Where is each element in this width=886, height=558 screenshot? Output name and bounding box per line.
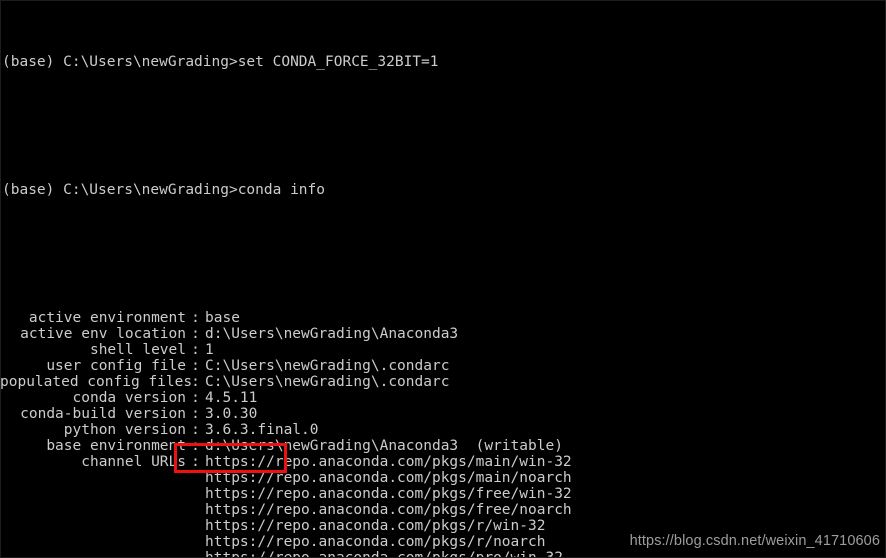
conda-info-key: channel URLs bbox=[81, 454, 186, 470]
conda-info-continuation: https://repo.anaconda.com/pkgs/pro/win-3… bbox=[205, 550, 563, 558]
command-prompt-line-1: (base) C:\Users\newGrading>set CONDA_FOR… bbox=[2, 54, 439, 70]
conda-info-key: shell level bbox=[89, 342, 186, 358]
conda-info-row: conda version:4.5.11 bbox=[0, 390, 886, 406]
conda-info-row: channel URLs: https://repo.anaconda.com/p… bbox=[0, 454, 886, 470]
conda-info-separator: : bbox=[191, 422, 200, 438]
conda-info-row: active env location: d:\Users\newGrading\… bbox=[0, 326, 886, 342]
conda-info-row: conda-build version:3.0.30 bbox=[0, 406, 886, 422]
conda-info-key: conda-build version bbox=[20, 406, 186, 422]
conda-info-separator: : bbox=[191, 342, 200, 358]
conda-info-value: 1 bbox=[205, 342, 214, 358]
conda-info-row: user config file: C:\Users\newGrading\.co… bbox=[0, 358, 886, 374]
conda-info-value: 3.6.3.final.0 bbox=[205, 422, 319, 438]
conda-info-value: d:\Users\newGrading\Anaconda3 (writable) bbox=[205, 438, 563, 454]
command-prompt-line-2: (base) C:\Users\newGrading>conda info bbox=[2, 182, 326, 198]
conda-info-row: shell level:1 bbox=[0, 342, 886, 358]
conda-info-row: python version:3.6.3.final.0 bbox=[0, 422, 886, 438]
conda-info-continuation: https://repo.anaconda.com/pkgs/main/noar… bbox=[205, 470, 572, 486]
conda-info-separator: : bbox=[191, 390, 200, 406]
terminal-window: (base) C:\Users\newGrading>set CONDA_FOR… bbox=[0, 0, 886, 558]
conda-info-separator: : bbox=[191, 358, 200, 374]
conda-info-continuation: https://repo.anaconda.com/pkgs/free/noar… bbox=[205, 502, 572, 518]
conda-info-continuation: https://repo.anaconda.com/pkgs/free/win-… bbox=[205, 486, 572, 502]
conda-info-key: active environment bbox=[28, 310, 186, 326]
conda-info-separator: : bbox=[191, 374, 200, 390]
conda-info-key: conda version bbox=[72, 390, 187, 406]
conda-info-row: populated config files: C:\Users\newGradi… bbox=[0, 374, 886, 390]
conda-info-value: https://repo.anaconda.com/pkgs/main/win-… bbox=[205, 454, 572, 470]
conda-info-key: user config file bbox=[46, 358, 186, 374]
conda-info-separator: : bbox=[191, 310, 200, 326]
conda-info-separator: : bbox=[191, 326, 200, 342]
csdn-blog-watermark: https://blog.csdn.net/weixin_41710606 bbox=[629, 533, 880, 549]
conda-info-row: active environment: base bbox=[0, 310, 886, 326]
conda-info-separator: : bbox=[191, 454, 200, 470]
conda-info-value: C:\Users\newGrading\.condarc bbox=[205, 374, 450, 390]
conda-info-key: populated config files bbox=[0, 374, 193, 390]
conda-info-table: active environment: base active env locati… bbox=[0, 310, 886, 558]
conda-info-value: d:\Users\newGrading\Anaconda3 bbox=[205, 326, 459, 342]
conda-info-key: python version bbox=[63, 422, 186, 438]
conda-info-row: base environment: d:\Users\newGrading\Ana… bbox=[0, 438, 886, 454]
conda-info-value: 3.0.30 bbox=[205, 406, 258, 422]
conda-info-key: active env location bbox=[20, 326, 186, 342]
conda-info-key: base environment bbox=[46, 438, 186, 454]
conda-info-separator: : bbox=[191, 406, 200, 422]
conda-info-separator: : bbox=[191, 438, 200, 454]
terminal-output-area[interactable]: (base) C:\Users\newGrading>set CONDA_FOR… bbox=[0, 0, 886, 558]
conda-info-continuation: https://repo.anaconda.com/pkgs/r/win-32 bbox=[205, 518, 546, 534]
conda-info-value: 4.5.11 bbox=[205, 390, 258, 406]
conda-info-value: C:\Users\newGrading\.condarc bbox=[205, 358, 450, 374]
conda-info-value: base bbox=[205, 310, 240, 326]
